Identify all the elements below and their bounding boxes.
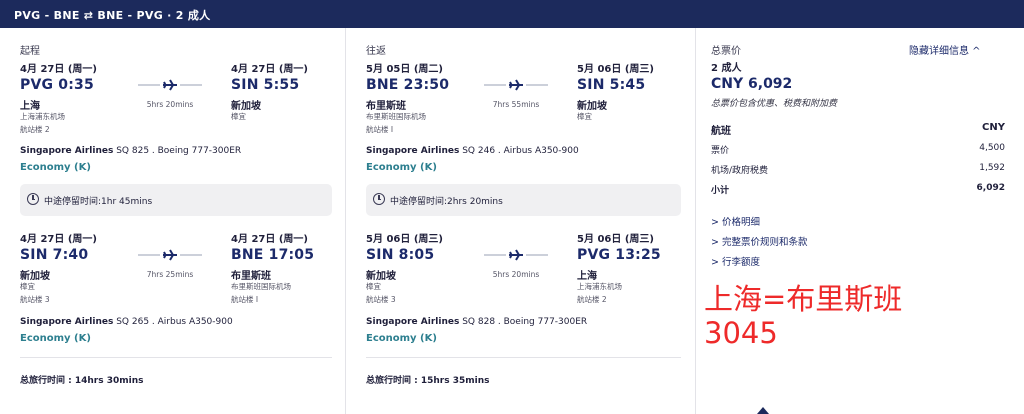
airline-name: Singapore Airlines (20, 146, 114, 156)
flight-info: Singapore Airlines SQ 825 . Boeing 777-3… (20, 146, 241, 156)
departure-terminal: 航站楼 2 (20, 125, 50, 134)
fare-label: 票价 (711, 146, 730, 156)
plane-icon (138, 249, 202, 261)
clock-icon (27, 193, 39, 205)
section-label: 往返 (366, 46, 386, 57)
arrival-city: 上海 (577, 271, 597, 282)
departure-time: BNE 23:50 (366, 77, 450, 93)
arrival-time: SIN 5:45 (577, 77, 646, 93)
departure-terminal: 航站楼 3 (20, 295, 50, 304)
flight-duration: 7hrs 25mins (146, 270, 194, 279)
departure-airport: 上海浦东机场 (20, 112, 65, 121)
currency-label: CNY (982, 122, 1005, 133)
departure-airport: 樟宜 (20, 282, 35, 291)
arrival-airport: 布里斯班国际机场 (231, 282, 291, 291)
subtotal-label: 小计 (711, 186, 730, 196)
airline-name: Singapore Airlines (366, 317, 460, 327)
cabin-class: Economy (K) (20, 333, 91, 344)
arrival-date: 5月 06日 (周三) (577, 234, 654, 245)
flight-info: Singapore Airlines SQ 265 . Airbus A350-… (20, 317, 233, 327)
section-label: 起程 (20, 46, 40, 57)
hide-details-link[interactable]: 隐藏详细信息 ^ (909, 42, 981, 57)
cabin-class: Economy (K) (20, 162, 91, 173)
arrival-city: 布里斯班 (231, 271, 271, 282)
arrival-time: BNE 17:05 (231, 247, 315, 263)
total-travel-time: 总旅行时间 : 15hrs 35mins (366, 376, 490, 386)
cabin-class: Economy (K) (366, 162, 437, 173)
arrival-date: 5月 06日 (周三) (577, 64, 654, 75)
airline-name: Singapore Airlines (366, 146, 460, 156)
handwritten-annotation-number: 3045 (704, 316, 778, 350)
departure-city: 上海 (20, 101, 40, 112)
plane-icon (484, 249, 548, 261)
departure-time: SIN 8:05 (366, 247, 435, 263)
fare-rules-link[interactable]: > 完整票价规则和条款 (711, 234, 807, 248)
departure-date: 5月 06日 (周三) (366, 234, 443, 245)
departure-city: 新加坡 (20, 271, 50, 282)
divider (366, 357, 681, 358)
arrival-terminal: 航站楼 2 (577, 295, 607, 304)
subtotal-value: 6,092 (976, 183, 1005, 193)
layover-box: 中途停留时间:1hr 45mins (20, 184, 332, 216)
tax-label: 机场/政府税费 (711, 166, 769, 176)
passenger-count: 2 成人 (711, 63, 742, 74)
arrival-airport: 樟宜 (577, 112, 592, 121)
total-price: CNY 6,092 (711, 76, 793, 92)
layover-text: 中途停留时间:1hr 45mins (44, 197, 153, 207)
departure-airport: 樟宜 (366, 282, 381, 291)
airline-name: Singapore Airlines (20, 317, 114, 327)
arrival-time: SIN 5:55 (231, 77, 300, 93)
price-details-link[interactable]: > 价格明细 (711, 214, 760, 228)
arrival-terminal: 航站楼 I (231, 295, 259, 304)
divider (20, 357, 332, 358)
flight-duration: 5hrs 20mins (146, 100, 194, 109)
departure-airport: 布里斯班国际机场 (366, 112, 426, 121)
arrival-city: 新加坡 (231, 101, 261, 112)
departure-time: SIN 7:40 (20, 247, 89, 263)
layover-box: 中途停留时间:2hrs 20mins (366, 184, 681, 216)
cabin-class: Economy (K) (366, 333, 437, 344)
flight-number: SQ 828 . Boeing 777-300ER (462, 317, 588, 327)
departure-city: 新加坡 (366, 271, 396, 282)
departure-terminal: 航站楼 I (366, 125, 394, 134)
pricing-column: 总票价 隐藏详细信息 ^ 2 成人 CNY 6,092 总票价包含优惠、税费和附… (695, 28, 1024, 414)
arrival-airport: 上海浦东机场 (577, 282, 622, 291)
arrival-time: PVG 13:25 (577, 247, 661, 263)
total-travel-time: 总旅行时间 : 14hrs 30mins (20, 376, 144, 386)
departure-terminal: 航站楼 3 (366, 295, 396, 304)
inbound-column: 往返 5月 05日 (周二) BNE 23:50 布里斯班 布里斯班国际机场 航… (345, 28, 695, 414)
departure-date: 4月 27日 (周一) (20, 64, 97, 75)
departure-time: PVG 0:35 (20, 77, 94, 93)
arrival-city: 新加坡 (577, 101, 607, 112)
fare-value: 4,500 (979, 143, 1005, 153)
flight-duration: 7hrs 55mins (492, 100, 540, 109)
flight-duration: 5hrs 20mins (492, 270, 540, 279)
flight-number: SQ 825 . Boeing 777-300ER (116, 146, 242, 156)
plane-icon (484, 79, 548, 91)
flight-number: SQ 246 . Airbus A350-900 (462, 146, 579, 156)
arrival-airport: 樟宜 (231, 112, 246, 121)
caret-up-icon (757, 407, 769, 414)
departure-date: 5月 05日 (周二) (366, 64, 443, 75)
clock-icon (373, 193, 385, 205)
price-note: 总票价包含优惠、税费和附加费 (711, 99, 838, 109)
flight-info: Singapore Airlines SQ 246 . Airbus A350-… (366, 146, 579, 156)
outbound-column: 起程 4月 27日 (周一) PVG 0:35 上海 上海浦东机场 航站楼 2 … (0, 28, 345, 414)
arrival-date: 4月 27日 (周一) (231, 64, 308, 75)
plane-icon (138, 79, 202, 91)
departure-city: 布里斯班 (366, 101, 406, 112)
departure-date: 4月 27日 (周一) (20, 234, 97, 245)
handwritten-annotation: 上海=布里斯班 (704, 282, 903, 316)
arrival-date: 4月 27日 (周一) (231, 234, 308, 245)
layover-text: 中途停留时间:2hrs 20mins (390, 197, 503, 207)
flight-info: Singapore Airlines SQ 828 . Boeing 777-3… (366, 317, 587, 327)
baggage-allowance-link[interactable]: > 行李额度 (711, 254, 760, 268)
route-header: PVG - BNE ⇄ BNE - PVG · 2 成人 (0, 0, 1024, 28)
total-fare-label: 总票价 (711, 46, 741, 57)
flight-number: SQ 265 . Airbus A350-900 (116, 317, 233, 327)
flight-section-label: 航班 (711, 126, 731, 137)
tax-value: 1,592 (979, 163, 1005, 173)
